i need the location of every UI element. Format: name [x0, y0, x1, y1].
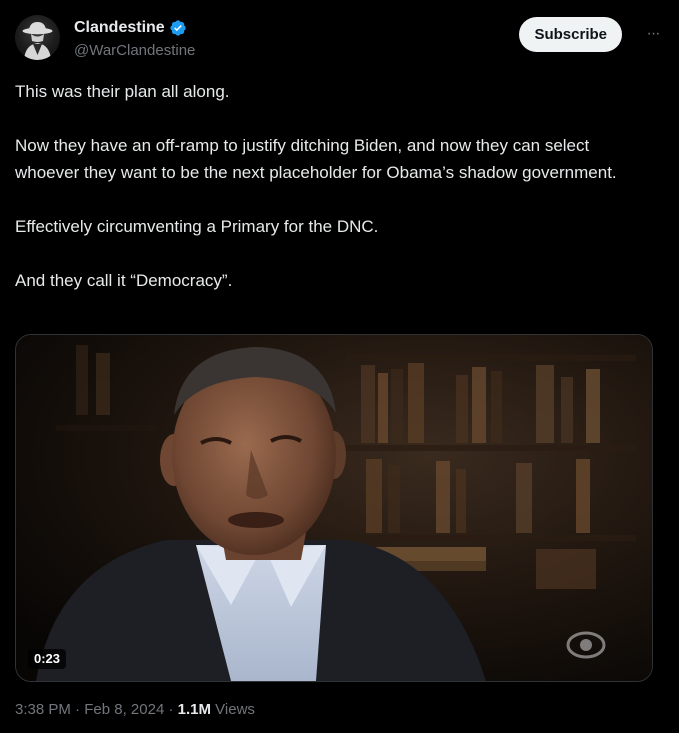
- tweet-time[interactable]: 3:38 PM: [15, 701, 71, 718]
- meta-separator: ·: [75, 701, 81, 718]
- verified-badge-icon[interactable]: [169, 19, 187, 37]
- tweet-paragraph: And they call it “Democracy”.: [15, 271, 233, 290]
- tweet-meta: 3:38 PM · Feb 8, 2024 · 1.1M Views: [15, 700, 255, 720]
- views-label: Views: [215, 701, 255, 718]
- views-count: 1.1M: [177, 701, 211, 718]
- tweet-header: Clandestine @WarClandestine Subscribe ··…: [15, 14, 665, 62]
- spy-silhouette-icon: [22, 22, 53, 60]
- more-options-icon[interactable]: ···: [641, 24, 665, 44]
- tweet-paragraph: Effectively circumventing a Primary for …: [15, 217, 379, 236]
- video-player[interactable]: 0:23: [15, 334, 653, 682]
- tweet-paragraph: Now they have an off-ramp to justify dit…: [15, 136, 617, 182]
- avatar[interactable]: [15, 15, 60, 60]
- more-options-glyph: ···: [646, 25, 661, 42]
- tweet: Clandestine @WarClandestine Subscribe ··…: [0, 0, 679, 733]
- video-duration-badge: 0:23: [28, 649, 67, 669]
- tweet-text: This was their plan all along. Now they …: [15, 78, 655, 294]
- display-name[interactable]: Clandestine: [74, 18, 165, 38]
- handle[interactable]: @WarClandestine: [74, 41, 195, 61]
- name-row: Clandestine: [74, 18, 187, 38]
- meta-separator: ·: [168, 701, 174, 718]
- subscribe-button[interactable]: Subscribe: [519, 17, 622, 52]
- video-thumbnail: [16, 335, 652, 681]
- tweet-paragraph: This was their plan all along.: [15, 82, 230, 101]
- tweet-date[interactable]: Feb 8, 2024: [84, 701, 164, 718]
